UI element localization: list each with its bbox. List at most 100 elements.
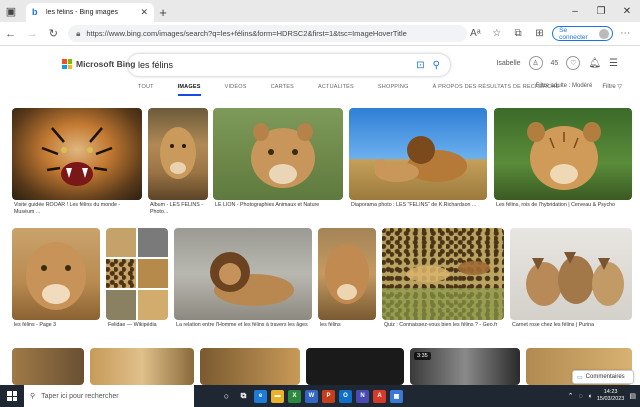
file-explorer-icon[interactable]: ▬ <box>271 389 284 403</box>
user-avatar-icon[interactable]: ♙ <box>528 56 543 70</box>
image-caption[interactable]: La relation entre l'Homme et les félins … <box>176 322 312 338</box>
user-name[interactable]: Isabelle <box>496 60 520 67</box>
image-result-row3[interactable] <box>90 348 194 385</box>
read-aloud-icon[interactable]: Aᵃ <box>467 25 484 43</box>
tray-chevron-icon[interactable]: ⌃ <box>568 392 574 400</box>
image-caption[interactable]: Carnet rose chez les félins | Purina <box>512 322 632 332</box>
tab-tout[interactable]: TOUT <box>138 84 154 96</box>
image-caption[interactable]: Felidae — Wikipédia <box>108 322 170 332</box>
refresh-icon[interactable]: ↻ <box>43 23 64 45</box>
image-caption[interactable]: LE LION - Photographies Animaux et Natur… <box>215 202 343 218</box>
taskbar-search-input[interactable]: ⚲ Taper ici pour rechercher <box>24 385 194 407</box>
address-bar[interactable]: 🔒︎ https://www.bing.com/images/search?q=… <box>68 25 467 42</box>
collections-icon[interactable]: ⧉ <box>509 25 526 43</box>
excel-app-icon[interactable]: X <box>288 389 301 403</box>
image-result-lioness-close[interactable] <box>318 228 376 320</box>
bing-logo[interactable]: Microsoft Bing <box>62 59 136 69</box>
taskbar-search-placeholder: Taper ici pour rechercher <box>41 392 119 400</box>
rewards-icon[interactable]: ♡ <box>566 56 581 70</box>
image-result-row3[interactable] <box>200 348 300 385</box>
tab-close-icon[interactable]: ✕ <box>140 7 148 18</box>
image-result-row3[interactable] <box>306 348 404 385</box>
notifications-icon[interactable]: 🔔︎ <box>588 58 601 69</box>
close-window-icon[interactable]: ✕ <box>614 0 640 22</box>
forward-icon[interactable]: → <box>21 23 42 45</box>
image-result-row3[interactable] <box>12 348 84 385</box>
minimize-icon[interactable]: – <box>562 0 588 22</box>
window-controls: – ❐ ✕ <box>562 0 640 22</box>
image-result-lion-resting[interactable] <box>174 228 312 320</box>
image-result-kittens[interactable] <box>510 228 632 320</box>
lioness-portrait-graphic <box>26 242 86 310</box>
back-icon[interactable]: ← <box>0 23 21 45</box>
video-result-row3[interactable]: 3:35 <box>410 348 520 385</box>
image-caption[interactable]: Les félins, rois de l'hybridation | Cerv… <box>496 202 632 218</box>
windows-taskbar: ⚲ Taper ici pour rechercher ○ ⧉ e ▬ X W … <box>0 385 640 407</box>
extensions-icon[interactable]: ⊞ <box>531 25 548 43</box>
hamburger-menu-icon[interactable]: ☰ <box>609 58 618 69</box>
tab-actions-icon[interactable]: ▣ <box>0 0 22 22</box>
filter-button[interactable]: Filtre ▽ <box>602 83 622 90</box>
search-icon[interactable]: ⚲ <box>433 60 440 71</box>
tiger-face-graphic <box>41 127 113 186</box>
image-result-lion-couple[interactable] <box>349 108 487 200</box>
sign-in-label: Se connecter <box>559 26 588 41</box>
maximize-icon[interactable]: ❐ <box>588 0 614 22</box>
image-result-felidae-collage[interactable] <box>106 228 168 320</box>
bing-header: Microsoft Bing les félins ⊡ ⚲ Isabelle ♙… <box>0 46 640 102</box>
task-view-icon[interactable]: ⧉ <box>237 390 250 403</box>
sign-in-button[interactable]: Se connecter <box>552 26 613 41</box>
image-result-cheetah-hunt[interactable] <box>382 228 504 320</box>
lion-couple-graphic <box>374 136 467 182</box>
tab-shopping[interactable]: SHOPPING <box>378 84 409 96</box>
favorite-star-icon[interactable]: ☆ <box>488 25 505 43</box>
system-tray: ⌃ ◌ ◖ 14:23 15/03/2023 ▤ <box>568 389 640 403</box>
cheetah-hunt-graphic <box>382 261 504 320</box>
word-app-icon[interactable]: W <box>305 389 318 403</box>
image-caption[interactable]: Album - LES FÉLINS - Photo... <box>150 202 208 218</box>
tab-videos[interactable]: VIDÉOS <box>225 84 247 96</box>
tab-cartes[interactable]: CARTES <box>271 84 294 96</box>
onenote-app-icon[interactable]: N <box>356 389 369 403</box>
store-app-icon[interactable]: ▦ <box>390 389 403 403</box>
image-caption[interactable]: les félins <box>320 322 376 332</box>
cortana-icon[interactable]: ○ <box>220 390 233 403</box>
visual-search-icon[interactable]: ⊡ <box>416 60 424 71</box>
browser-tab-strip: ▣ b les félins - Bing images ✕ + – ❐ ✕ <box>0 0 640 22</box>
image-result-lioness[interactable] <box>213 108 343 200</box>
acrobat-app-icon[interactable]: A <box>373 389 386 403</box>
start-button[interactable] <box>0 385 24 407</box>
image-result-lioness-album[interactable] <box>148 108 208 200</box>
clock-date: 15/03/2023 <box>596 396 625 402</box>
outlook-app-icon[interactable]: O <box>339 389 352 403</box>
toolbar-right: Aᵃ ☆ ⧉ ⊞ Se connecter ⋯ <box>467 25 640 43</box>
edge-app-icon[interactable]: e <box>254 389 267 403</box>
image-caption[interactable]: Visite guidée ROOAR ! Les félins du mond… <box>14 202 138 218</box>
feedback-button[interactable]: ▭ Commentaires <box>572 370 634 384</box>
scope-tabs: TOUT IMAGES VIDÉOS CARTES ACTUALITÉS SHO… <box>138 84 559 96</box>
image-result-lioness-portrait[interactable] <box>12 228 100 320</box>
powerpoint-app-icon[interactable]: P <box>322 389 335 403</box>
collage-tile <box>138 259 168 288</box>
volume-icon[interactable]: ◖ <box>588 393 592 400</box>
search-query: les félins <box>138 60 174 70</box>
search-icon: ⚲ <box>30 393 36 400</box>
image-caption[interactable]: les félins - Page 3 <box>14 322 100 332</box>
taskbar-clock[interactable]: 14:23 15/03/2023 <box>597 389 625 403</box>
url-text: https://www.bing.com/images/search?q=les… <box>86 29 407 38</box>
search-input[interactable]: les félins ⊡ ⚲ <box>128 54 450 76</box>
notification-center-icon[interactable]: ▤ <box>629 392 636 400</box>
image-caption[interactable]: Diaporama photo : LES "FÉLINS" de K.Rich… <box>351 202 487 218</box>
new-tab-icon[interactable]: + <box>154 3 172 22</box>
safe-search-filter[interactable]: Filtre adulte : Modéré <box>536 83 593 90</box>
more-options-icon[interactable]: ⋯ <box>617 25 634 43</box>
tab-images[interactable]: IMAGES <box>177 84 201 96</box>
network-icon[interactable]: ◌ <box>578 393 582 400</box>
tab-actualites[interactable]: ACTUALITÉS <box>318 84 354 96</box>
image-result-hybrid-cat[interactable] <box>494 108 632 200</box>
rewards-count[interactable]: 45 <box>551 60 559 67</box>
windows-logo-icon <box>7 391 17 401</box>
image-result-tiger[interactable] <box>12 108 142 200</box>
browser-tab[interactable]: b les félins - Bing images ✕ <box>26 3 154 22</box>
image-caption[interactable]: Quiz : Connaissez-vous bien les félins ?… <box>384 322 504 338</box>
